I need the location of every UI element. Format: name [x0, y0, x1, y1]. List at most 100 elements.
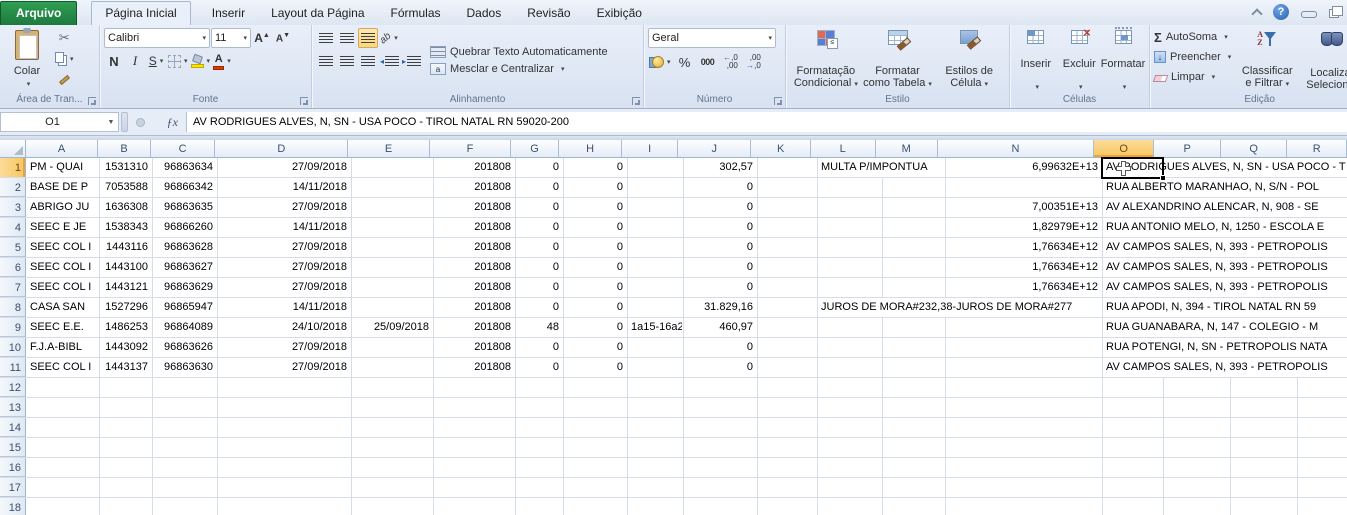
cell-B4[interactable]: 1538343	[100, 218, 151, 237]
cell-C11[interactable]: 96863630	[153, 358, 216, 377]
cell-F1[interactable]: 201808	[434, 158, 514, 177]
cell-I9[interactable]: 1a15-16a2	[628, 318, 682, 337]
tab-layout-da-pagina[interactable]: Layout da Página	[258, 2, 377, 25]
column-header-N[interactable]: N	[938, 140, 1094, 157]
cell-B5[interactable]: 1443116	[100, 238, 151, 257]
cell-L8[interactable]: JUROS DE MORA#232,38-JUROS DE MORA#277	[818, 298, 1101, 317]
accounting-format-button[interactable]: ▾	[648, 52, 672, 72]
cell-N1[interactable]: 6,99632E+13	[946, 158, 1101, 177]
cell-O8[interactable]: RUA APODI, N, 394 - TIROL NATAL RN 59	[1103, 298, 1346, 317]
font-color-button[interactable]: A▾	[212, 51, 232, 71]
cell-C5[interactable]: 96863628	[153, 238, 216, 257]
italic-button[interactable]: I	[125, 51, 145, 71]
number-dialog-launcher-icon[interactable]	[774, 97, 782, 105]
cell-H6[interactable]: 0	[564, 258, 626, 277]
column-header-O[interactable]: O	[1094, 140, 1155, 157]
cell-A2[interactable]: BASE DE P	[27, 178, 98, 197]
column-header-P[interactable]: P	[1154, 140, 1221, 157]
column-header-C[interactable]: C	[151, 140, 216, 157]
cell-J6[interactable]: 0	[684, 258, 756, 277]
font-size-combo[interactable]: 11▾	[211, 28, 251, 48]
cell-L1[interactable]: MULTA P/IMPONTUA	[818, 158, 944, 177]
font-dialog-launcher-icon[interactable]	[300, 97, 308, 105]
cell-O4[interactable]: RUA ANTONIO MELO, N, 1250 - ESCOLA E	[1103, 218, 1346, 237]
cell-J1[interactable]: 302,57	[684, 158, 756, 177]
cell-H8[interactable]: 0	[564, 298, 626, 317]
cell-D1[interactable]: 27/09/2018	[218, 158, 350, 177]
underline-button[interactable]: S▾	[146, 51, 166, 71]
decrease-font-size-button[interactable]: A▼	[273, 28, 293, 48]
cell-F6[interactable]: 201808	[434, 258, 514, 277]
cell-F11[interactable]: 201808	[434, 358, 514, 377]
cell-O2[interactable]: RUA ALBERTO MARANHAO, N, S/N - POL	[1103, 178, 1346, 197]
select-all-corner[interactable]	[0, 140, 26, 157]
cell-G11[interactable]: 0	[516, 358, 562, 377]
cell-G4[interactable]: 0	[516, 218, 562, 237]
percent-style-button[interactable]: %	[675, 52, 695, 72]
cell-A8[interactable]: CASA SAN	[27, 298, 98, 317]
column-header-R[interactable]: R	[1287, 140, 1347, 157]
cell-D10[interactable]: 27/09/2018	[218, 338, 350, 357]
comma-style-button[interactable]: 000	[698, 52, 718, 72]
cell-F10[interactable]: 201808	[434, 338, 514, 357]
borders-button[interactable]: ▾	[167, 51, 189, 71]
cell-A9[interactable]: SEEC E.E.	[27, 318, 98, 337]
increase-decimal-button[interactable]: ←,0,00	[721, 52, 741, 72]
cell-N5[interactable]: 1,76634E+12	[946, 238, 1101, 257]
cell-D9[interactable]: 24/10/2018	[218, 318, 350, 337]
cell-C9[interactable]: 96864089	[153, 318, 216, 337]
cell-C3[interactable]: 96863635	[153, 198, 216, 217]
cell-D8[interactable]: 14/11/2018	[218, 298, 350, 317]
cell-G7[interactable]: 0	[516, 278, 562, 297]
cell-C2[interactable]: 96866342	[153, 178, 216, 197]
column-header-A[interactable]: A	[26, 140, 98, 157]
column-header-F[interactable]: F	[430, 140, 511, 157]
cell-B11[interactable]: 1443137	[100, 358, 151, 377]
cell-B8[interactable]: 1527296	[100, 298, 151, 317]
cell-F4[interactable]: 201808	[434, 218, 514, 237]
row-header-16[interactable]: 16	[0, 458, 26, 477]
cell-J2[interactable]: 0	[684, 178, 756, 197]
cell-G6[interactable]: 0	[516, 258, 562, 277]
restore-window-icon[interactable]	[1329, 9, 1339, 18]
row-header-7[interactable]: 7	[0, 278, 26, 297]
merge-center-button[interactable]: a Mesclar e Centralizar▾	[430, 63, 608, 75]
cell-H4[interactable]: 0	[564, 218, 626, 237]
wrap-text-button[interactable]: Quebrar Texto Automaticamente	[430, 46, 608, 58]
formula-input[interactable]: AV RODRIGUES ALVES, N, SN - USA POCO - T…	[186, 112, 1347, 132]
cell-N4[interactable]: 1,82979E+12	[946, 218, 1101, 237]
cell-B10[interactable]: 1443092	[100, 338, 151, 357]
row-header-1[interactable]: 1	[0, 158, 26, 177]
row-header-10[interactable]: 10	[0, 338, 26, 357]
cell-H3[interactable]: 0	[564, 198, 626, 217]
paste-button[interactable]: Colar▾	[4, 28, 50, 93]
cell-O11[interactable]: AV CAMPOS SALES, N, 393 - PETROPOLIS	[1103, 358, 1346, 377]
cell-J7[interactable]: 0	[684, 278, 756, 297]
column-header-E[interactable]: E	[348, 140, 429, 157]
row-header-6[interactable]: 6	[0, 258, 26, 277]
cell-C6[interactable]: 96863627	[153, 258, 216, 277]
decrease-decimal-button[interactable]: ,00→,0	[744, 52, 764, 72]
cell-H10[interactable]: 0	[564, 338, 626, 357]
column-header-D[interactable]: D	[215, 140, 348, 157]
cell-J10[interactable]: 0	[684, 338, 756, 357]
cell-G5[interactable]: 0	[516, 238, 562, 257]
cell-A7[interactable]: SEEC COL I	[27, 278, 98, 297]
cell-F8[interactable]: 201808	[434, 298, 514, 317]
row-header-5[interactable]: 5	[0, 238, 26, 257]
tab-revisao[interactable]: Revisão	[514, 2, 583, 25]
cell-O7[interactable]: AV CAMPOS SALES, N, 393 - PETROPOLIS	[1103, 278, 1346, 297]
row-header-17[interactable]: 17	[0, 478, 26, 497]
cell-D4[interactable]: 14/11/2018	[218, 218, 350, 237]
cell-F3[interactable]: 201808	[434, 198, 514, 217]
cell-N3[interactable]: 7,00351E+13	[946, 198, 1101, 217]
column-header-J[interactable]: J	[678, 140, 751, 157]
cell-B6[interactable]: 1443100	[100, 258, 151, 277]
cell-N6[interactable]: 1,76634E+12	[946, 258, 1101, 277]
font-name-combo[interactable]: Calibri▾	[104, 28, 210, 48]
cell-O6[interactable]: AV CAMPOS SALES, N, 393 - PETROPOLIS	[1103, 258, 1346, 277]
clipboard-dialog-launcher-icon[interactable]	[88, 97, 96, 105]
cell-G8[interactable]: 0	[516, 298, 562, 317]
cell-B7[interactable]: 1443121	[100, 278, 151, 297]
cell-O1[interactable]: AV RODRIGUES ALVES, N, SN - USA POCO - T…	[1103, 158, 1346, 177]
